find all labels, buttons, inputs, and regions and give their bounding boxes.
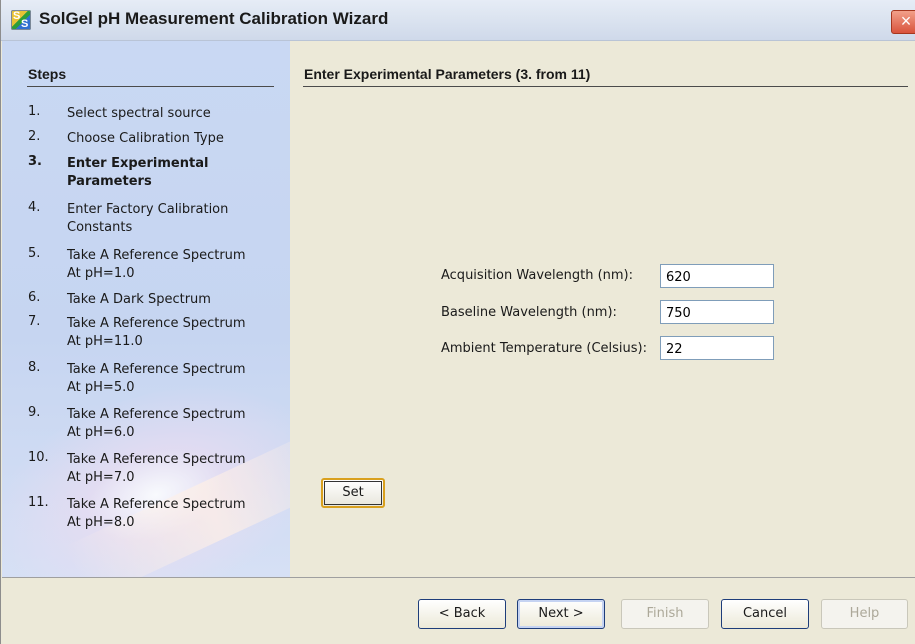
step-label: Enter Factory Calibration Constants [67,201,282,237]
step-label-line: Take A Reference Spectrum [67,362,246,377]
step-label: Choose Calibration Type [67,130,282,148]
step-label-line: Take A Reference Spectrum [67,248,246,263]
step-number: 8. [28,360,41,375]
step-number: 2. [28,129,41,144]
ambient-temperature-input[interactable] [660,336,774,360]
step-label: Enter Experimental Parameters [67,155,282,191]
step-label-line: Select spectral source [67,106,211,121]
window-title: SolGel pH Measurement Calibration Wizard [39,9,389,28]
steps-header: Steps [28,66,67,82]
step-label-line: Take A Reference Spectrum [67,452,246,467]
step-label: Take A Dark Spectrum [67,291,282,309]
close-button[interactable]: × [891,10,915,34]
step-number: 5. [28,246,41,261]
step-label-line: At pH=5.0 [67,380,135,395]
step-number: 7. [28,314,41,329]
step-number: 3. [28,154,42,169]
next-button[interactable]: Next > [517,599,605,629]
step-label: Take A Reference Spectrum At pH=7.0 [67,451,282,487]
title-bar: S S SolGel pH Measurement Calibration Wi… [1,0,915,41]
step-number: 1. [28,104,41,119]
back-button[interactable]: < Back [418,599,506,629]
step-label-line: Take A Reference Spectrum [67,316,246,331]
steps-divider [27,86,274,87]
step-label-line: Enter Experimental [67,156,209,171]
step-label-line: Take A Reference Spectrum [67,407,246,422]
ambient-temperature-label: Ambient Temperature (Celsius): [441,341,647,356]
step-label: Take A Reference Spectrum At pH=11.0 [67,315,282,351]
step-label: Take A Reference Spectrum At pH=8.0 [67,496,282,532]
step-label-line: Choose Calibration Type [67,131,224,146]
help-button[interactable]: Help [821,599,908,629]
step-label-line: Enter Factory Calibration [67,202,229,217]
page-title: Enter Experimental Parameters (3. from 1… [304,66,591,82]
step-number: 9. [28,405,41,420]
step-label: Take A Reference Spectrum At pH=5.0 [67,361,282,397]
step-label-line: At pH=11.0 [67,334,143,349]
step-label-line: At pH=1.0 [67,266,135,281]
step-label: Select spectral source [67,105,282,123]
step-label: Take A Reference Spectrum At pH=6.0 [67,406,282,442]
step-number: 10. [28,450,49,465]
wizard-window: S S SolGel pH Measurement Calibration Wi… [0,0,915,644]
button-bar-divider [2,577,915,578]
solgel-app-icon: S S [11,10,31,30]
step-label: Take A Reference Spectrum At pH=1.0 [67,247,282,283]
step-label-line: Take A Dark Spectrum [67,292,211,307]
acquisition-wavelength-label: Acquisition Wavelength (nm): [441,268,634,283]
page-title-divider [303,86,908,87]
step-label-line: Parameters [67,174,152,189]
step-label-line: At pH=6.0 [67,425,135,440]
cancel-button[interactable]: Cancel [721,599,809,629]
set-button[interactable]: Set [321,478,385,508]
baseline-wavelength-label: Baseline Wavelength (nm): [441,305,617,320]
step-number: 11. [28,495,49,510]
finish-button[interactable]: Finish [621,599,709,629]
step-number: 6. [28,290,41,305]
baseline-wavelength-input[interactable] [660,300,774,324]
acquisition-wavelength-input[interactable] [660,264,774,288]
app-icon-letter: S [21,18,29,30]
step-label-line: At pH=7.0 [67,470,135,485]
app-icon-letter: S [13,10,21,22]
step-number: 4. [28,200,41,215]
step-label-line: At pH=8.0 [67,515,135,530]
step-label-line: Take A Reference Spectrum [67,497,246,512]
step-label-line: Constants [67,220,133,235]
